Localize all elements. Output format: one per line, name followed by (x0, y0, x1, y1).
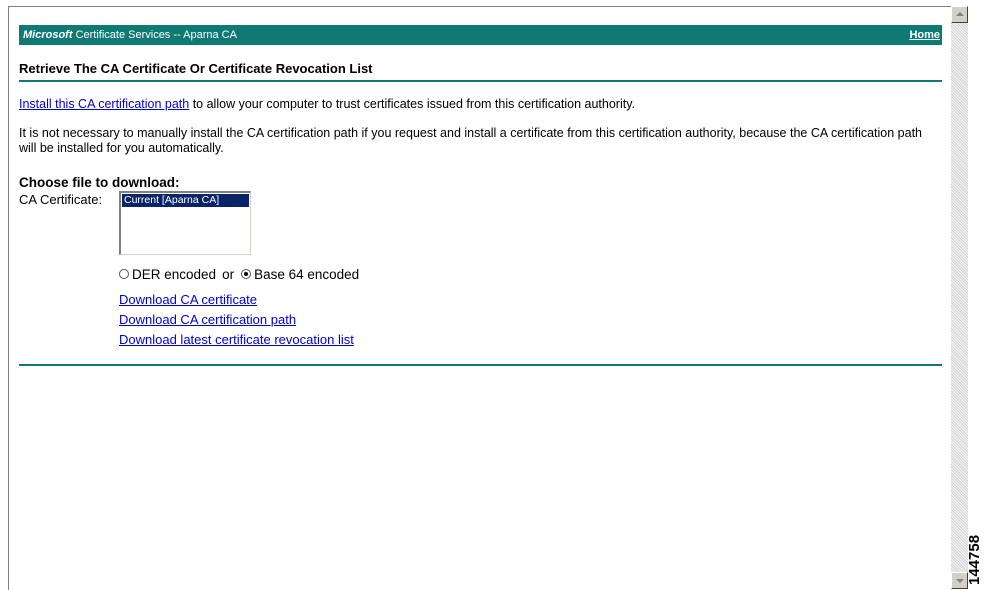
note-paragraph: It is not necessary to manually install … (19, 126, 922, 155)
download-links: Download CA certificate Download CA cert… (119, 290, 942, 350)
page-content: Microsoft Certificate Services -- Aparna… (19, 25, 942, 366)
base64-encoded-radio[interactable] (241, 269, 252, 279)
ca-certificate-listbox[interactable]: Current [Aparna CA] (119, 191, 251, 255)
figure-id: 144758 (966, 534, 983, 585)
intro-paragraph: Install this CA certification path to al… (19, 97, 942, 111)
download-crl-link[interactable]: Download latest certificate revocation l… (119, 332, 354, 347)
scroll-up-button[interactable] (951, 6, 968, 23)
or-text: or (222, 266, 235, 282)
arrow-down-icon (956, 579, 964, 583)
page-title: Retrieve The CA Certificate Or Certifica… (19, 61, 942, 82)
header-banner: Microsoft Certificate Services -- Aparna… (19, 25, 942, 45)
base64-encoded-label[interactable]: Base 64 encoded (254, 267, 359, 282)
install-ca-path-link[interactable]: Install this CA certification path (19, 97, 189, 111)
encoding-options: DER encoded or Base 64 encoded (119, 264, 942, 284)
arrow-up-icon (956, 12, 964, 16)
home-link[interactable]: Home (909, 25, 940, 45)
brand-name: Microsoft (23, 29, 73, 41)
browser-content-frame: Microsoft Certificate Services -- Aparna… (8, 6, 952, 590)
bottom-divider (19, 364, 942, 366)
der-encoded-radio[interactable] (119, 269, 129, 279)
download-ca-certification-path-link[interactable]: Download CA certification path (119, 312, 296, 327)
vertical-scrollbar[interactable] (951, 6, 968, 589)
ca-certificate-row: CA Certificate: Current [Aparna CA] (19, 191, 942, 257)
ca-certificate-label: CA Certificate: (19, 192, 103, 207)
intro-text: to allow your computer to trust certific… (189, 97, 636, 111)
download-ca-certificate-link[interactable]: Download CA certificate (119, 292, 257, 307)
banner-title: Certificate Services -- Aparna CA (72, 29, 237, 41)
choose-file-heading: Choose file to download: (19, 175, 180, 190)
der-encoded-label[interactable]: DER encoded (132, 267, 216, 282)
ca-certificate-option-current[interactable]: Current [Aparna CA] (122, 194, 249, 207)
